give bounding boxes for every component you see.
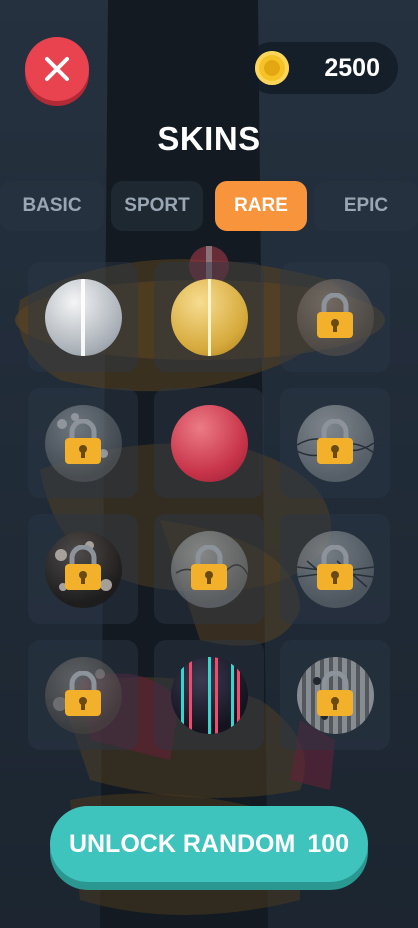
skin-cell-grid-net[interactable]	[280, 514, 390, 624]
lock-icon	[317, 671, 353, 716]
skin-ball-neon	[171, 657, 248, 734]
skin-cell-gold-stripe[interactable]	[154, 262, 264, 372]
unlock-random-price: 100	[307, 829, 350, 858]
skin-cell-silver-stripe[interactable]	[28, 262, 138, 372]
skin-ball-silver	[45, 279, 122, 356]
skin-grid	[0, 0, 418, 928]
lock-icon	[65, 671, 101, 716]
skin-cell-rocky[interactable]	[280, 262, 390, 372]
lock-icon	[65, 419, 101, 464]
skin-ball-crimson	[171, 405, 248, 482]
skin-cell-striped-spots[interactable]	[280, 640, 390, 750]
lock-icon	[317, 545, 353, 590]
unlock-random-label: UNLOCK RANDOM	[68, 829, 296, 858]
skin-cell-marble[interactable]	[28, 640, 138, 750]
skin-ball-gold	[171, 279, 248, 356]
skin-cell-crimson[interactable]	[154, 388, 264, 498]
lock-icon	[317, 419, 353, 464]
lock-icon	[65, 545, 101, 590]
skin-cell-scribble[interactable]	[154, 514, 264, 624]
skin-cell-neon-stripes[interactable]	[154, 640, 264, 750]
unlock-random-button[interactable]: UNLOCK RANDOM 100	[50, 806, 368, 882]
lock-icon	[317, 293, 353, 338]
skin-cell-net[interactable]	[280, 388, 390, 498]
skin-cell-bokeh[interactable]	[28, 514, 138, 624]
lock-icon	[191, 545, 227, 590]
skin-cell-spotted[interactable]	[28, 388, 138, 498]
